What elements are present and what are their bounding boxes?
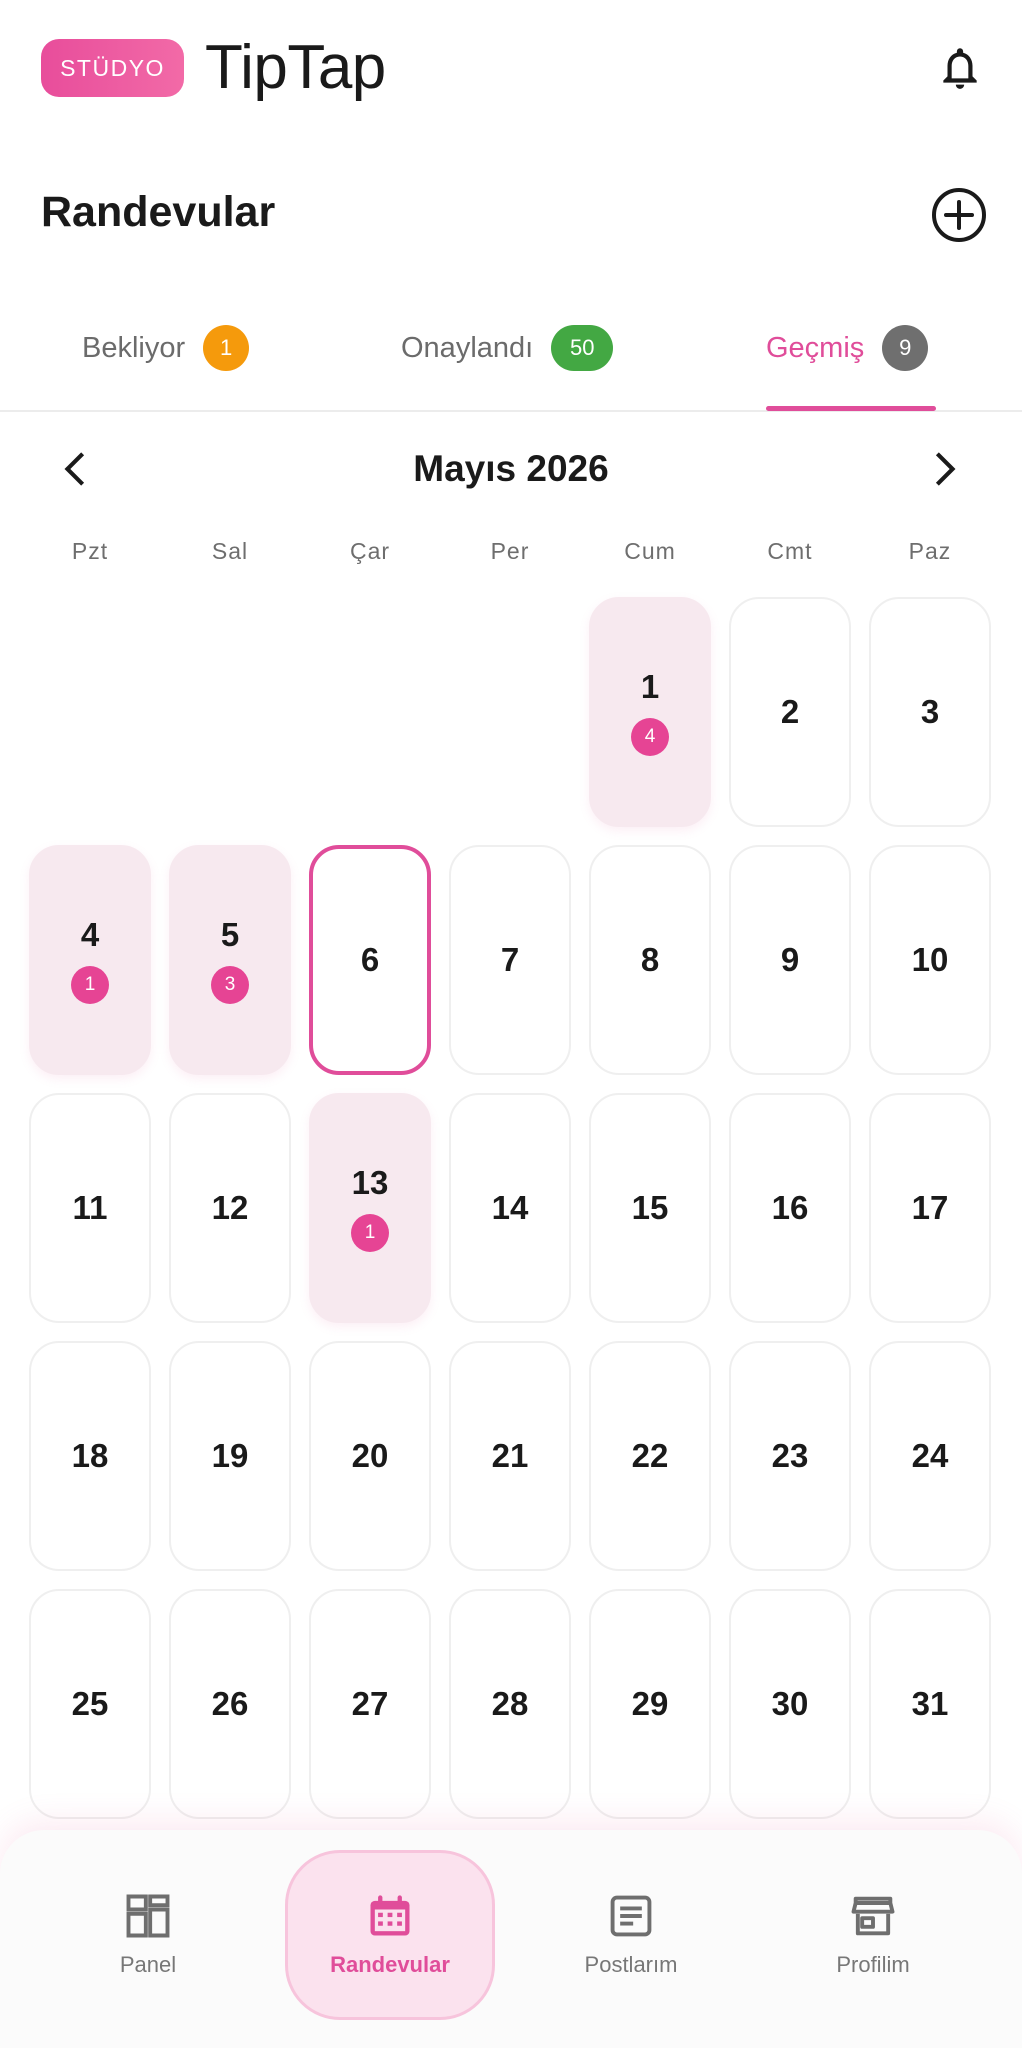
calendar-icon <box>370 1895 410 1936</box>
nav-profile[interactable]: Profilim <box>773 1890 973 1978</box>
article-icon <box>610 1895 652 1937</box>
day-number: 11 <box>72 1189 108 1226</box>
app-root: STÜDYO TipTap Randevular Bekliyor 1 Onay… <box>0 0 1022 2048</box>
day-number: 26 <box>211 1685 249 1722</box>
day-number: 24 <box>911 1437 949 1474</box>
calendar-day[interactable]: 28 <box>449 1589 571 1819</box>
calendar-day[interactable]: 41 <box>29 845 151 1075</box>
calendar-day[interactable]: 2 <box>729 597 851 827</box>
day-number: 21 <box>491 1437 529 1474</box>
calendar-day[interactable]: 11 <box>29 1093 151 1323</box>
calendar-day[interactable]: 17 <box>869 1093 991 1323</box>
calendar-day[interactable]: 24 <box>869 1341 991 1571</box>
nav-appointments[interactable]: Randevular <box>290 1890 490 1978</box>
day-number: 28 <box>491 1685 529 1722</box>
calendar-day[interactable]: 16 <box>729 1093 851 1323</box>
appointment-count-badge: 1 <box>71 966 109 1004</box>
bottom-navigation: Panel Randevular Postlarım Profilim <box>0 1830 1022 2048</box>
day-number: 10 <box>911 941 949 978</box>
day-number: 18 <box>71 1437 109 1474</box>
calendar-day[interactable]: 14 <box>449 1093 571 1323</box>
calendar-day[interactable]: 23 <box>729 1341 851 1571</box>
calendar-day[interactable]: 27 <box>309 1589 431 1819</box>
day-number: 13 <box>351 1164 389 1201</box>
day-number: 14 <box>491 1189 529 1226</box>
day-number: 20 <box>351 1437 389 1474</box>
calendar-day[interactable]: 7 <box>449 845 571 1075</box>
day-number: 31 <box>911 1685 949 1722</box>
day-number: 8 <box>640 941 660 978</box>
calendar-day[interactable]: 29 <box>589 1589 711 1819</box>
nav-panel[interactable]: Panel <box>48 1890 248 1978</box>
day-number: 4 <box>80 916 100 953</box>
calendar-day[interactable]: 20 <box>309 1341 431 1571</box>
day-number: 27 <box>351 1685 389 1722</box>
nav-label: Profilim <box>836 1952 910 1977</box>
day-number: 1 <box>640 668 660 705</box>
day-number: 16 <box>771 1189 809 1226</box>
calendar-day[interactable]: 26 <box>169 1589 291 1819</box>
day-number: 17 <box>911 1189 949 1226</box>
calendar-day[interactable]: 6 <box>309 845 431 1075</box>
calendar-day[interactable]: 8 <box>589 845 711 1075</box>
day-number: 7 <box>500 941 520 978</box>
calendar-day[interactable]: 22 <box>589 1341 711 1571</box>
calendar-grid: 1 4 2 3 4 1 5 3 6 7 8 9 10 11 12 13 1 14 15 16 17 18 19 20 21 22 2… <box>0 0 1022 1850</box>
calendar-day[interactable]: 13 1 <box>309 1093 431 1323</box>
calendar-day[interactable]: 18 <box>29 1341 151 1571</box>
calendar-day[interactable]: 14 <box>589 597 711 827</box>
calendar-day[interactable]: 3 <box>869 597 991 827</box>
calendar-day[interactable]: 9 <box>729 845 851 1075</box>
day-number: 5 <box>220 916 240 953</box>
day-number: 29 <box>631 1685 669 1722</box>
nav-posts[interactable]: Postlarım <box>531 1890 731 1978</box>
calendar-day[interactable]: 10 <box>869 845 991 1075</box>
day-number: 19 <box>211 1437 249 1474</box>
calendar-day[interactable]: 19 <box>169 1341 291 1571</box>
nav-label: Randevular <box>330 1952 450 1977</box>
calendar-day[interactable]: 12 <box>169 1093 291 1323</box>
day-number: 30 <box>771 1685 809 1722</box>
calendar-day[interactable]: 30 <box>729 1589 851 1819</box>
appointment-count-badge: 3 <box>211 966 249 1004</box>
day-number: 2 <box>780 693 800 730</box>
calendar-day[interactable]: 21 <box>449 1341 571 1571</box>
calendar-day[interactable]: 15 <box>589 1093 711 1323</box>
day-number: 25 <box>71 1685 109 1722</box>
calendar-day[interactable]: 53 <box>169 845 291 1075</box>
dashboard-icon <box>126 1894 170 1938</box>
day-number: 9 <box>780 941 800 978</box>
day-number: 15 <box>631 1189 669 1226</box>
nav-label: Panel <box>119 1952 177 1977</box>
day-number: 6 <box>360 941 380 978</box>
day-number: 3 <box>920 693 940 730</box>
calendar-day[interactable]: 25 <box>29 1589 151 1819</box>
appointment-count-badge: 4 <box>631 718 669 756</box>
day-number: 22 <box>631 1437 669 1474</box>
day-number: 23 <box>771 1437 809 1474</box>
calendar-day[interactable]: 31 <box>869 1589 991 1819</box>
appointment-count-badge: 1 <box>351 1214 389 1252</box>
day-number: 12 <box>211 1189 249 1226</box>
store-icon <box>851 1896 895 1936</box>
nav-label: Postlarım <box>584 1952 678 1977</box>
